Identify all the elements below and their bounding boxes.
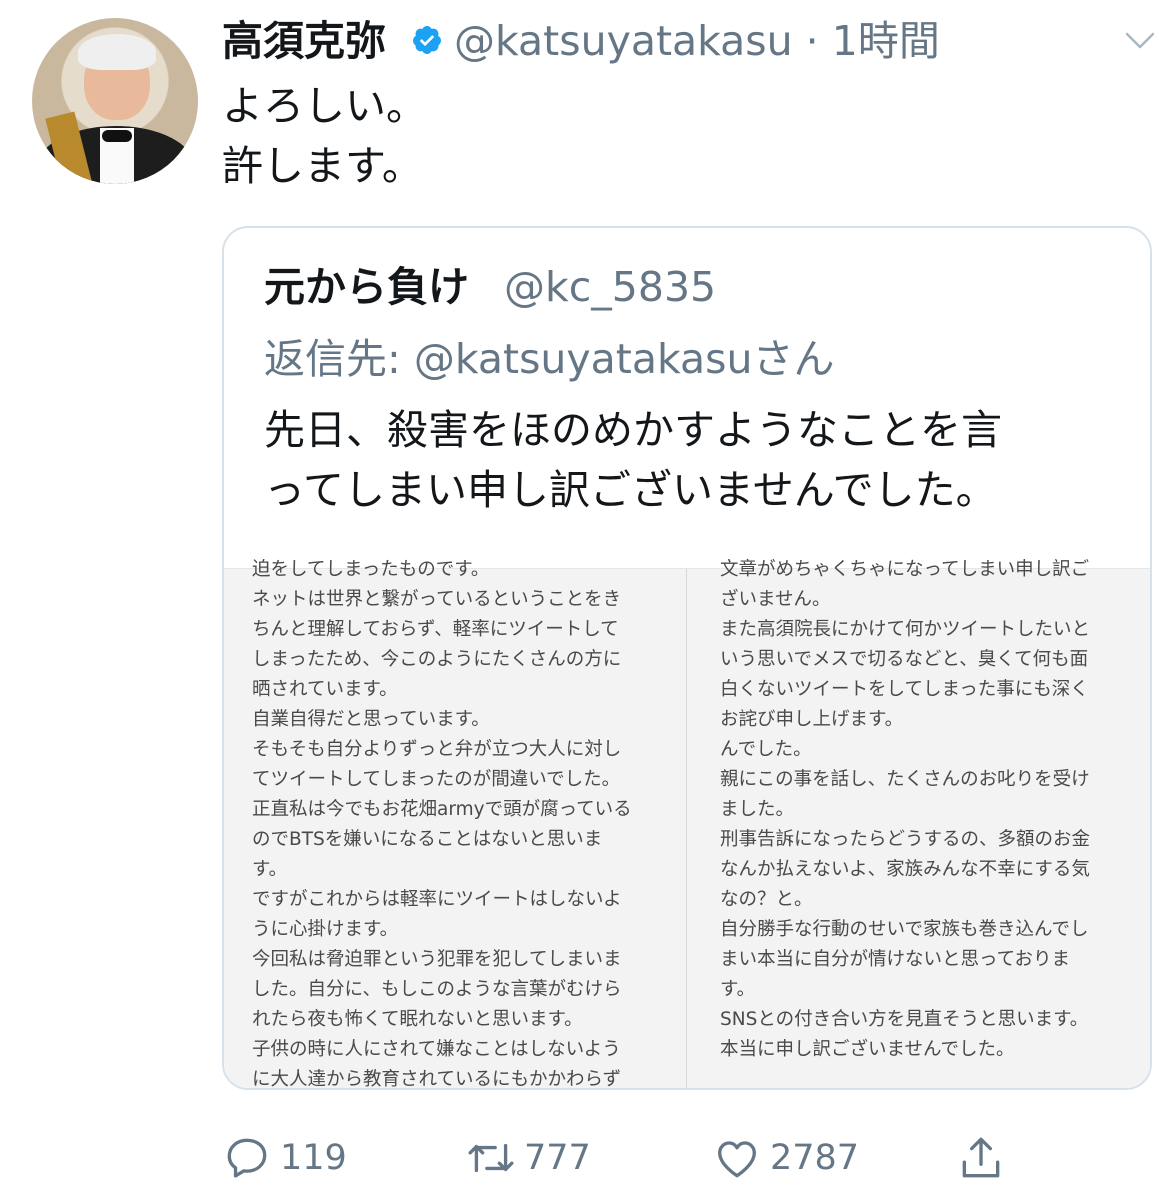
reply-button[interactable]: 119 xyxy=(222,1128,347,1188)
image-text-line: そもそも自分よりずっと弁が立つ大人に対し xyxy=(252,739,622,760)
image-text-line: お詫び申し上げます。 xyxy=(720,709,904,730)
quoted-text-line: ってしまい申し訳ございませんでした。 xyxy=(264,466,997,514)
image-text-line: ネットは世界と繋がっているということをき xyxy=(252,589,622,610)
image-text-line: 子供の時に人にされて嫌なことはしないよう xyxy=(252,1039,621,1060)
image-text-line: いう思いでメスで切るなどと、臭くて何も面 xyxy=(720,649,1089,670)
quoted-text: 先日、殺害をほのめかすようなことを言 ってしまい申し訳ございませんでした。 xyxy=(264,400,1124,520)
image-text-line: のでBTSを嫌いになることはないと思いま xyxy=(252,829,603,850)
image-text-line: ちんと理解しておらず、軽率にツイートして xyxy=(252,619,619,640)
reply-icon xyxy=(227,1138,267,1178)
image-text-line: 刑事告訴になったらどうするの、多額のお金 xyxy=(720,829,1091,850)
quoted-author-handle: @kc_5835 xyxy=(504,263,717,311)
image-text-line: てツイートしてしまったのが間違いでした。 xyxy=(252,769,621,790)
image-text-line: した。自分に、もしこのような言葉がむけら xyxy=(252,979,622,1000)
chevron-down-icon[interactable] xyxy=(1124,30,1156,52)
image-text-line: ざいません。 xyxy=(720,589,831,610)
image-text-line: 正直私は今でもお花畑armyで頭が腐っている xyxy=(252,799,632,820)
image-text-line: す。 xyxy=(720,979,756,1000)
heart-icon xyxy=(718,1141,756,1178)
image-text-line: 迫をしてしまったものです。 xyxy=(252,559,490,580)
reply-count: 119 xyxy=(280,1138,347,1178)
image-text-line: んでした。 xyxy=(720,739,812,760)
image-text-line: ですがこれからは軽率にツイートはしないよ xyxy=(252,889,622,910)
image-text-line: ました。 xyxy=(720,799,795,820)
image-text-line: 今回私は脅迫罪という犯罪を犯してしまいま xyxy=(252,949,622,970)
quoted-image[interactable]: 迫をしてしまったものです。 ネットは世界と繋がっているということをき ちんと理解… xyxy=(224,559,1150,1088)
image-text-line: 白くないツイートをしてしまった事にも深く xyxy=(720,679,1089,700)
tweet-text-line: 許します。 xyxy=(222,142,423,190)
image-text-line: SNSとの付き合い方を見直そうと思います。 xyxy=(720,1009,1089,1030)
share-icon xyxy=(962,1137,1000,1178)
avatar-bowtie xyxy=(102,130,132,142)
image-right-panel: 文章がめちゃくちゃになってしまい申し訳ご ざいません。 また高須院長にかけて何か… xyxy=(720,555,1090,1065)
like-count: 2787 xyxy=(770,1138,860,1178)
image-text-line: 本当に申し訳ございませんでした。 xyxy=(720,1039,1015,1060)
retweet-button[interactable]: 777 xyxy=(466,1128,591,1188)
tweet-text: よろしい。 許します。 xyxy=(222,76,427,196)
image-text-line: 親にこの事を話し、たくさんのお叱りを受け xyxy=(720,769,1090,790)
image-text-line: す。 xyxy=(252,859,288,880)
quoted-text-line: 先日、殺害をほのめかすようなことを言 xyxy=(264,406,1002,454)
quoted-tweet[interactable]: 元から負け @kc_5835 返信先: @katsuyatakasuさん 先日、… xyxy=(222,226,1152,1090)
author-handle-time[interactable]: @katsuyatakasu · 1時間 xyxy=(454,14,940,68)
author-name[interactable]: 高須克弥 xyxy=(222,14,386,68)
like-button[interactable]: 2787 xyxy=(712,1128,859,1188)
avatar-hair xyxy=(78,34,156,70)
image-left-panel: 迫をしてしまったものです。 ネットは世界と繋がっているということをき ちんと理解… xyxy=(252,555,632,1090)
image-text-line: れたら夜も怖くて眠れないと思います。 xyxy=(252,1009,583,1030)
retweet-icon xyxy=(468,1143,514,1173)
tweet-text-line: よろしい。 xyxy=(222,82,427,130)
image-text-line: まい本当に自分が情けないと思っておりま xyxy=(720,949,1071,970)
image-text-line: なの？と。 xyxy=(720,889,813,910)
image-divider xyxy=(686,569,687,1088)
author-avatar[interactable] xyxy=(32,18,198,184)
verified-badge-icon xyxy=(412,26,441,54)
image-text-line: 自分勝手な行動のせいで家族も巻き込んでし xyxy=(720,919,1089,940)
image-text-line: なんか払えないよ、家族みんな不幸にする気 xyxy=(720,859,1090,880)
image-text-line: 文章がめちゃくちゃになってしまい申し訳ご xyxy=(720,559,1090,580)
image-text-line: また高須院長にかけて何かツイートしたいと xyxy=(720,619,1091,640)
tweet-actions-bar: 119 777 2787 xyxy=(0,1128,1159,1188)
retweet-count: 777 xyxy=(524,1138,591,1178)
image-text-line: しまったため、今このようにたくさんの方に xyxy=(252,649,622,670)
image-text-line: 自業自得だと思っています。 xyxy=(252,709,490,730)
quoted-reply-to: 返信先: @katsuyatakasuさん xyxy=(264,335,835,383)
image-text-line: 晒されています。 xyxy=(252,679,398,700)
image-text-line: に大人達から教育されているにもかかわらず xyxy=(252,1069,622,1090)
share-button[interactable] xyxy=(956,1128,1006,1188)
quoted-author-name: 元から負け xyxy=(264,263,469,311)
image-text-line: うに心掛けます。 xyxy=(252,919,399,940)
